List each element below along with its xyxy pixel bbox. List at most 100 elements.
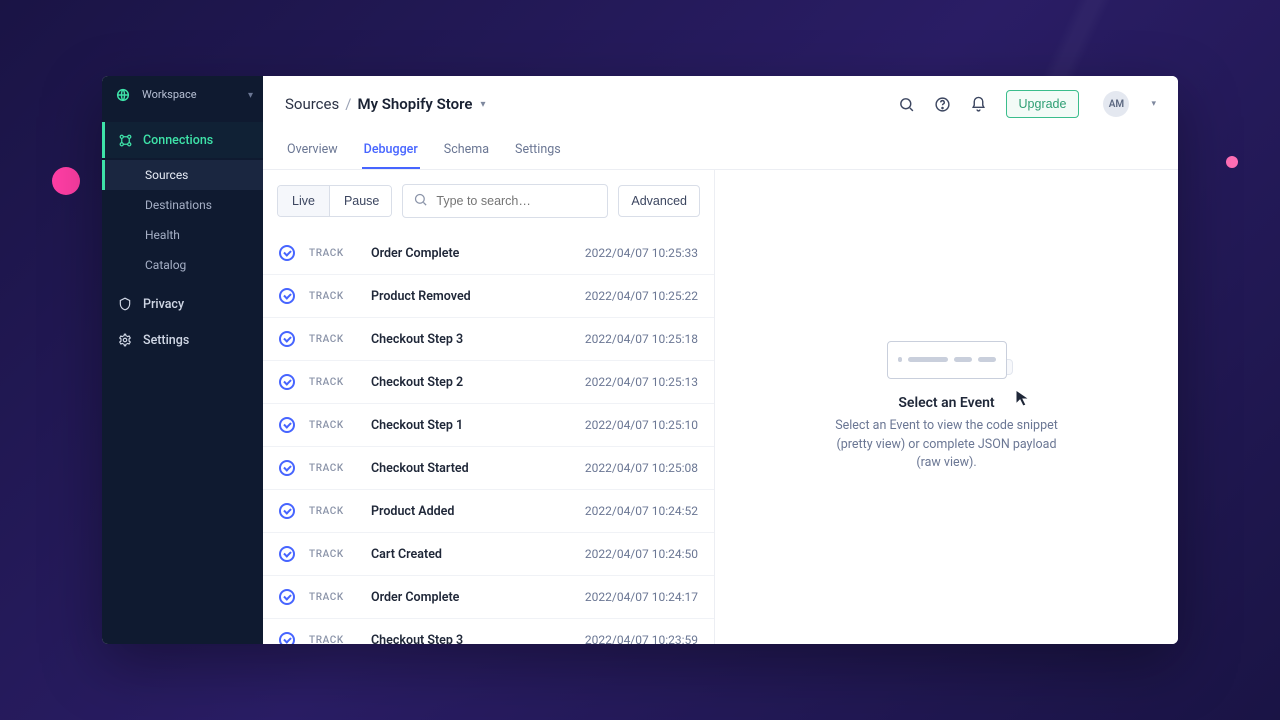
help-icon[interactable] (934, 95, 952, 113)
event-timestamp: 2022/04/07 10:25:10 (585, 418, 698, 432)
event-type: TRACK (309, 420, 357, 431)
search-field[interactable] (402, 184, 608, 218)
live-button[interactable]: Live (278, 186, 330, 216)
event-type: TRACK (309, 635, 357, 645)
event-timestamp: 2022/04/07 10:25:33 (585, 246, 698, 260)
nav-connections[interactable]: Connections (102, 122, 263, 158)
event-name: Checkout Step 2 (371, 375, 571, 390)
sidebar: Workspace ▾ Connections Sources Destinat… (102, 76, 263, 644)
workspace-switcher[interactable]: Workspace ▾ (102, 76, 263, 122)
bell-icon[interactable] (970, 95, 988, 113)
check-circle-icon (279, 632, 295, 644)
event-stream-panel: Live Pause Advanced TRACK Order Complete 2… (263, 170, 715, 644)
upgrade-button[interactable]: Upgrade (1006, 90, 1080, 118)
check-circle-icon (279, 331, 295, 347)
workspace-logo-icon (114, 86, 132, 104)
nav-privacy-label: Privacy (143, 297, 184, 312)
event-type: TRACK (309, 291, 357, 302)
check-circle-icon (279, 589, 295, 605)
event-row[interactable]: TRACK Order Complete 2022/04/07 10:25:33 (263, 232, 714, 275)
live-pause-segment: Live Pause (277, 185, 392, 217)
tab-settings[interactable]: Settings (513, 132, 563, 169)
nav-privacy[interactable]: Privacy (102, 286, 263, 322)
event-type: TRACK (309, 334, 357, 345)
breadcrumb-current[interactable]: My Shopify Store (357, 95, 472, 113)
event-timestamp: 2022/04/07 10:25:22 (585, 289, 698, 303)
event-name: Order Complete (371, 246, 571, 261)
search-icon (413, 192, 428, 211)
shield-icon (117, 296, 133, 312)
event-row[interactable]: TRACK Order Complete 2022/04/07 10:24:17 (263, 576, 714, 619)
tab-debugger[interactable]: Debugger (362, 132, 420, 169)
search-input[interactable] (436, 194, 597, 208)
event-name: Checkout Started (371, 461, 571, 476)
event-row[interactable]: TRACKCheckout Started2022/04/07 10:25:08 (263, 447, 714, 490)
connections-icon (117, 132, 133, 148)
check-circle-icon (279, 417, 295, 433)
breadcrumb-separator: / (345, 95, 351, 113)
connections-subnav: Sources Destinations Health Catalog (102, 158, 263, 286)
event-row[interactable]: TRACK Product Added 2022/04/07 10:24:52 (263, 490, 714, 533)
empty-state-body: Select an Event to view the code snippet… (827, 417, 1067, 473)
chevron-down-icon[interactable]: ▾ (480, 99, 485, 110)
event-row[interactable]: TRACKCheckout Step 32022/04/07 10:23:59 (263, 619, 714, 644)
tab-schema[interactable]: Schema (442, 132, 491, 169)
check-circle-icon (279, 503, 295, 519)
empty-state-title: Select an Event (898, 395, 994, 411)
subnav-destinations[interactable]: Destinations (102, 190, 263, 220)
decorative-dot (52, 167, 80, 195)
check-circle-icon (279, 288, 295, 304)
gear-icon (117, 332, 133, 348)
event-row[interactable]: TRACK Checkout Step 1 2022/04/07 10:25:10 (263, 404, 714, 447)
event-type: TRACK (309, 377, 357, 388)
avatar[interactable]: AM (1103, 91, 1129, 117)
tabs: Overview Debugger Schema Settings (285, 132, 1156, 169)
event-row[interactable]: TRACK Product Removed 2022/04/07 10:25:22 (263, 275, 714, 318)
event-type: TRACK (309, 248, 357, 259)
subnav-health[interactable]: Health (102, 220, 263, 250)
chevron-down-icon: ▾ (248, 90, 253, 101)
event-name: Cart Created (371, 547, 571, 562)
event-timestamp: 2022/04/07 10:23:59 (585, 633, 698, 644)
event-name: Product Removed (371, 289, 571, 304)
check-circle-icon (279, 245, 295, 261)
nav-settings[interactable]: Settings (102, 322, 263, 358)
subnav-catalog[interactable]: Catalog (102, 250, 263, 280)
event-type: TRACK (309, 592, 357, 603)
breadcrumb-root[interactable]: Sources (285, 95, 339, 113)
pause-button[interactable]: Pause (330, 186, 392, 216)
nav-connections-label: Connections (143, 133, 213, 148)
search-icon[interactable] (898, 95, 916, 113)
decorative-dot (1226, 156, 1238, 168)
check-circle-icon (279, 374, 295, 390)
tab-overview[interactable]: Overview (285, 132, 340, 169)
event-type: TRACK (309, 506, 357, 517)
event-timestamp: 2022/04/07 10:25:18 (585, 332, 698, 346)
check-circle-icon (279, 460, 295, 476)
breadcrumb: Sources / My Shopify Store ▾ (285, 95, 485, 113)
main-panel: Sources / My Shopify Store ▾ (263, 76, 1178, 644)
event-timestamp: 2022/04/07 10:24:50 (585, 547, 698, 561)
event-name: Checkout Step 3 (371, 332, 571, 347)
subnav-sources[interactable]: Sources (102, 160, 263, 190)
debugger-toolbar: Live Pause Advanced (263, 170, 714, 232)
event-type: TRACK (309, 549, 357, 560)
check-circle-icon (279, 546, 295, 562)
event-timestamp: 2022/04/07 10:24:52 (585, 504, 698, 518)
event-name: Checkout Step 1 (371, 418, 571, 433)
header-actions: Upgrade AM ▾ (898, 90, 1156, 118)
event-name: Product Added (371, 504, 571, 519)
app-window: Workspace ▾ Connections Sources Destinat… (102, 76, 1178, 644)
nav-settings-label: Settings (143, 333, 189, 348)
event-timestamp: 2022/04/07 10:25:13 (585, 375, 698, 389)
debugger-content: Live Pause Advanced TRACK Order Complete 2… (263, 170, 1178, 644)
event-list[interactable]: TRACKOrder Complete2022/04/07 10:25:33TR… (263, 232, 714, 644)
event-row[interactable]: TRACK Checkout Step 3 2022/04/07 10:25:18 (263, 318, 714, 361)
event-row[interactable]: TRACK Checkout Step 2 2022/04/07 10:25:13 (263, 361, 714, 404)
event-name: Order Complete (371, 590, 571, 605)
event-row[interactable]: TRACK Cart Created 2022/04/07 10:24:50 (263, 533, 714, 576)
event-timestamp: 2022/04/07 10:24:17 (585, 590, 698, 604)
advanced-button[interactable]: Advanced (618, 185, 700, 217)
workspace-label: Workspace (142, 88, 197, 101)
chevron-down-icon[interactable]: ▾ (1151, 99, 1156, 109)
